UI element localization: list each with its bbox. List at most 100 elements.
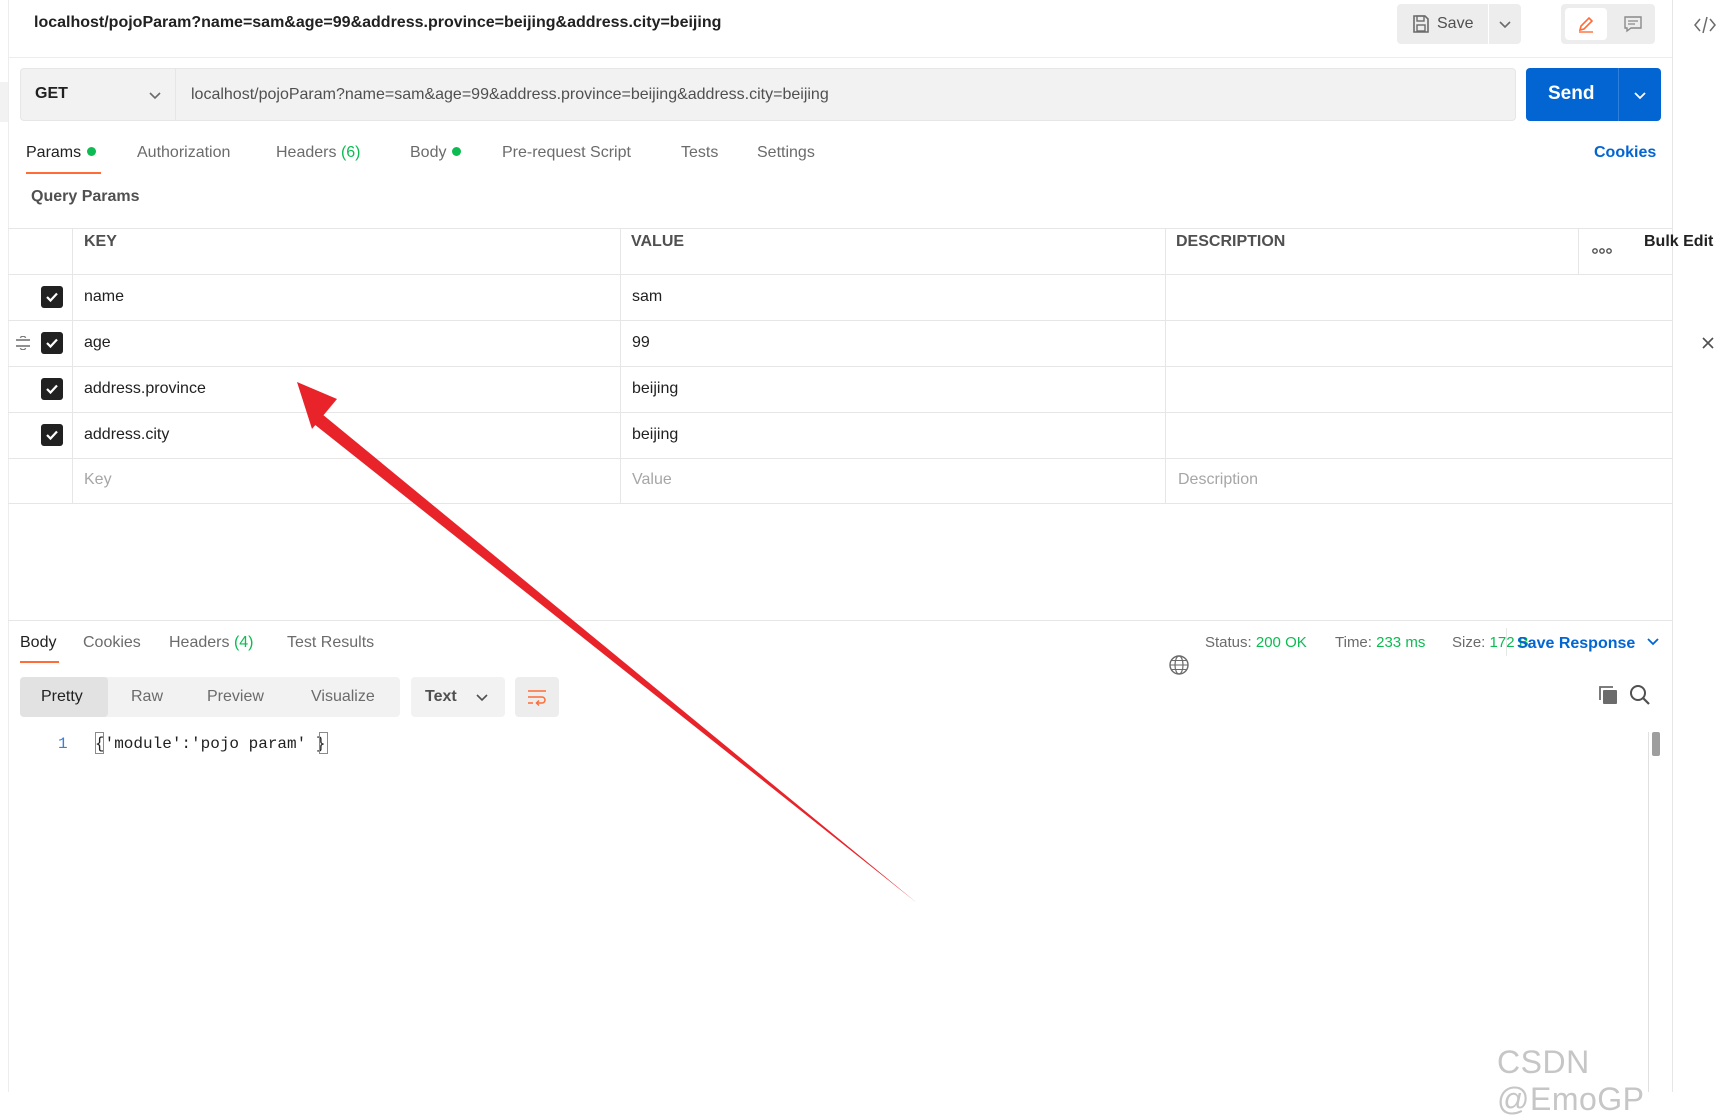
mode-toggle: [1561, 4, 1655, 44]
column-header-description: DESCRIPTION: [1176, 233, 1286, 250]
status-dot: [87, 147, 97, 156]
status-label: Status:: [1205, 634, 1252, 651]
column-header-key: KEY: [84, 233, 117, 250]
time-readout: Time: 233 ms: [1335, 634, 1425, 651]
row-checkbox[interactable]: [41, 424, 63, 446]
chevron-down-icon[interactable]: [1497, 16, 1513, 37]
delete-row-icon[interactable]: [1701, 336, 1715, 355]
query-params-title: Query Params: [31, 188, 140, 205]
request-title[interactable]: localhost/pojoParam?name=sam&age=99&addr…: [34, 14, 721, 32]
status-dot: [452, 147, 462, 156]
view-pretty-button[interactable]: Pretty: [41, 688, 83, 706]
tab-pre-request-script[interactable]: Pre-request Script: [502, 144, 631, 162]
description-input[interactable]: Description: [1178, 471, 1258, 489]
left-border: [8, 0, 9, 1092]
response-tab-body[interactable]: Body: [20, 634, 56, 652]
value-input[interactable]: Value: [632, 471, 672, 489]
format-select[interactable]: Text: [411, 677, 505, 717]
edit-mode-button[interactable]: [1565, 8, 1607, 40]
view-preview-button[interactable]: Preview: [207, 688, 264, 706]
save-button[interactable]: Save: [1397, 4, 1521, 44]
divider: [8, 228, 1672, 229]
active-tab-indicator: [26, 172, 101, 174]
tab-authorization[interactable]: Authorization: [137, 144, 230, 162]
divider: [72, 228, 73, 503]
tab-params[interactable]: Params: [26, 144, 97, 162]
param-value[interactable]: beijing: [632, 426, 678, 444]
tab-label: Headers: [169, 634, 230, 651]
more-options-icon[interactable]: [1592, 242, 1612, 260]
divider: [1578, 228, 1579, 274]
watermark: CSDN @EmoGP: [1497, 1044, 1645, 1117]
time-label: Time:: [1335, 634, 1372, 651]
divider: [8, 366, 1672, 367]
right-sidebar-border: [1672, 0, 1673, 1092]
view-visualize-button[interactable]: Visualize: [311, 688, 375, 706]
tab-settings[interactable]: Settings: [757, 144, 815, 162]
param-value[interactable]: 99: [632, 334, 650, 352]
status-value: 200 OK: [1255, 634, 1307, 651]
response-tab-cookies[interactable]: Cookies: [83, 634, 141, 652]
url-text: localhost/pojoParam?name=sam&age=99&addr…: [191, 86, 829, 103]
cookies-link[interactable]: Cookies: [1594, 144, 1656, 162]
view-mode-group: Pretty Raw Preview Visualize: [20, 677, 400, 717]
chevron-down-icon[interactable]: [1632, 87, 1648, 108]
globe-icon[interactable]: [1168, 654, 1190, 681]
bracket-highlight: [319, 732, 328, 754]
code-icon[interactable]: [1693, 14, 1717, 41]
copy-icon[interactable]: [1597, 684, 1619, 711]
divider: [1165, 228, 1166, 503]
divider: [620, 228, 621, 503]
param-key[interactable]: address.province: [84, 380, 206, 398]
param-value[interactable]: sam: [632, 288, 662, 306]
tab-label: Authorization: [137, 144, 231, 161]
response-tab-test-results[interactable]: Test Results: [287, 634, 374, 652]
row-checkbox[interactable]: [41, 378, 63, 400]
param-value[interactable]: beijing: [632, 380, 678, 398]
view-raw-button[interactable]: Raw: [131, 688, 163, 706]
chevron-down-icon: [1646, 635, 1660, 652]
divider: [8, 503, 1672, 504]
response-tab-headers[interactable]: Headers (4): [169, 634, 254, 652]
tab-tests[interactable]: Tests: [681, 144, 718, 162]
status-readout: Status: 200 OK: [1205, 634, 1307, 651]
comments-button[interactable]: [1613, 8, 1651, 40]
tab-label: Tests: [681, 144, 719, 161]
column-header-value: VALUE: [631, 233, 685, 250]
method-label: GET: [35, 85, 68, 102]
drag-handle-icon[interactable]: [15, 335, 31, 355]
send-button[interactable]: Send: [1526, 68, 1661, 121]
response-body-line[interactable]: {'module':'pojo param' }: [95, 735, 325, 753]
row-checkbox[interactable]: [41, 286, 63, 308]
annotation-arrow: [297, 382, 917, 903]
active-tab-indicator: [20, 661, 59, 663]
divider: [1506, 628, 1507, 656]
wrap-lines-button[interactable]: [515, 677, 559, 717]
tab-label: Settings: [757, 144, 815, 161]
line-number: 1: [58, 735, 68, 753]
row-checkbox[interactable]: [41, 332, 63, 354]
divider: [1618, 68, 1619, 121]
param-key[interactable]: age: [84, 334, 111, 352]
scrollbar-track[interactable]: [1648, 732, 1649, 1092]
save-response-button[interactable]: Save Response: [1517, 634, 1660, 653]
tab-label: Headers: [276, 144, 337, 161]
key-input[interactable]: Key: [84, 471, 112, 489]
tab-count: (6): [340, 144, 361, 161]
search-icon[interactable]: [1629, 684, 1651, 711]
param-key[interactable]: name: [84, 288, 124, 306]
tab-headers[interactable]: Headers (6): [276, 144, 361, 162]
tab-label: Body: [410, 144, 447, 161]
bulk-edit-button[interactable]: Bulk Edit: [1644, 233, 1713, 251]
method-select[interactable]: GET: [20, 68, 175, 121]
url-input[interactable]: localhost/pojoParam?name=sam&age=99&addr…: [175, 68, 1516, 121]
divider: [8, 458, 1672, 459]
save-label: Save: [1437, 15, 1474, 32]
divider: [8, 57, 1672, 58]
divider: [8, 412, 1672, 413]
pencil-icon: [1577, 15, 1595, 38]
param-key[interactable]: address.city: [84, 426, 169, 444]
tab-body[interactable]: Body: [410, 144, 462, 162]
size-label: Size:: [1452, 634, 1486, 651]
scrollbar-thumb[interactable]: [1652, 732, 1660, 756]
